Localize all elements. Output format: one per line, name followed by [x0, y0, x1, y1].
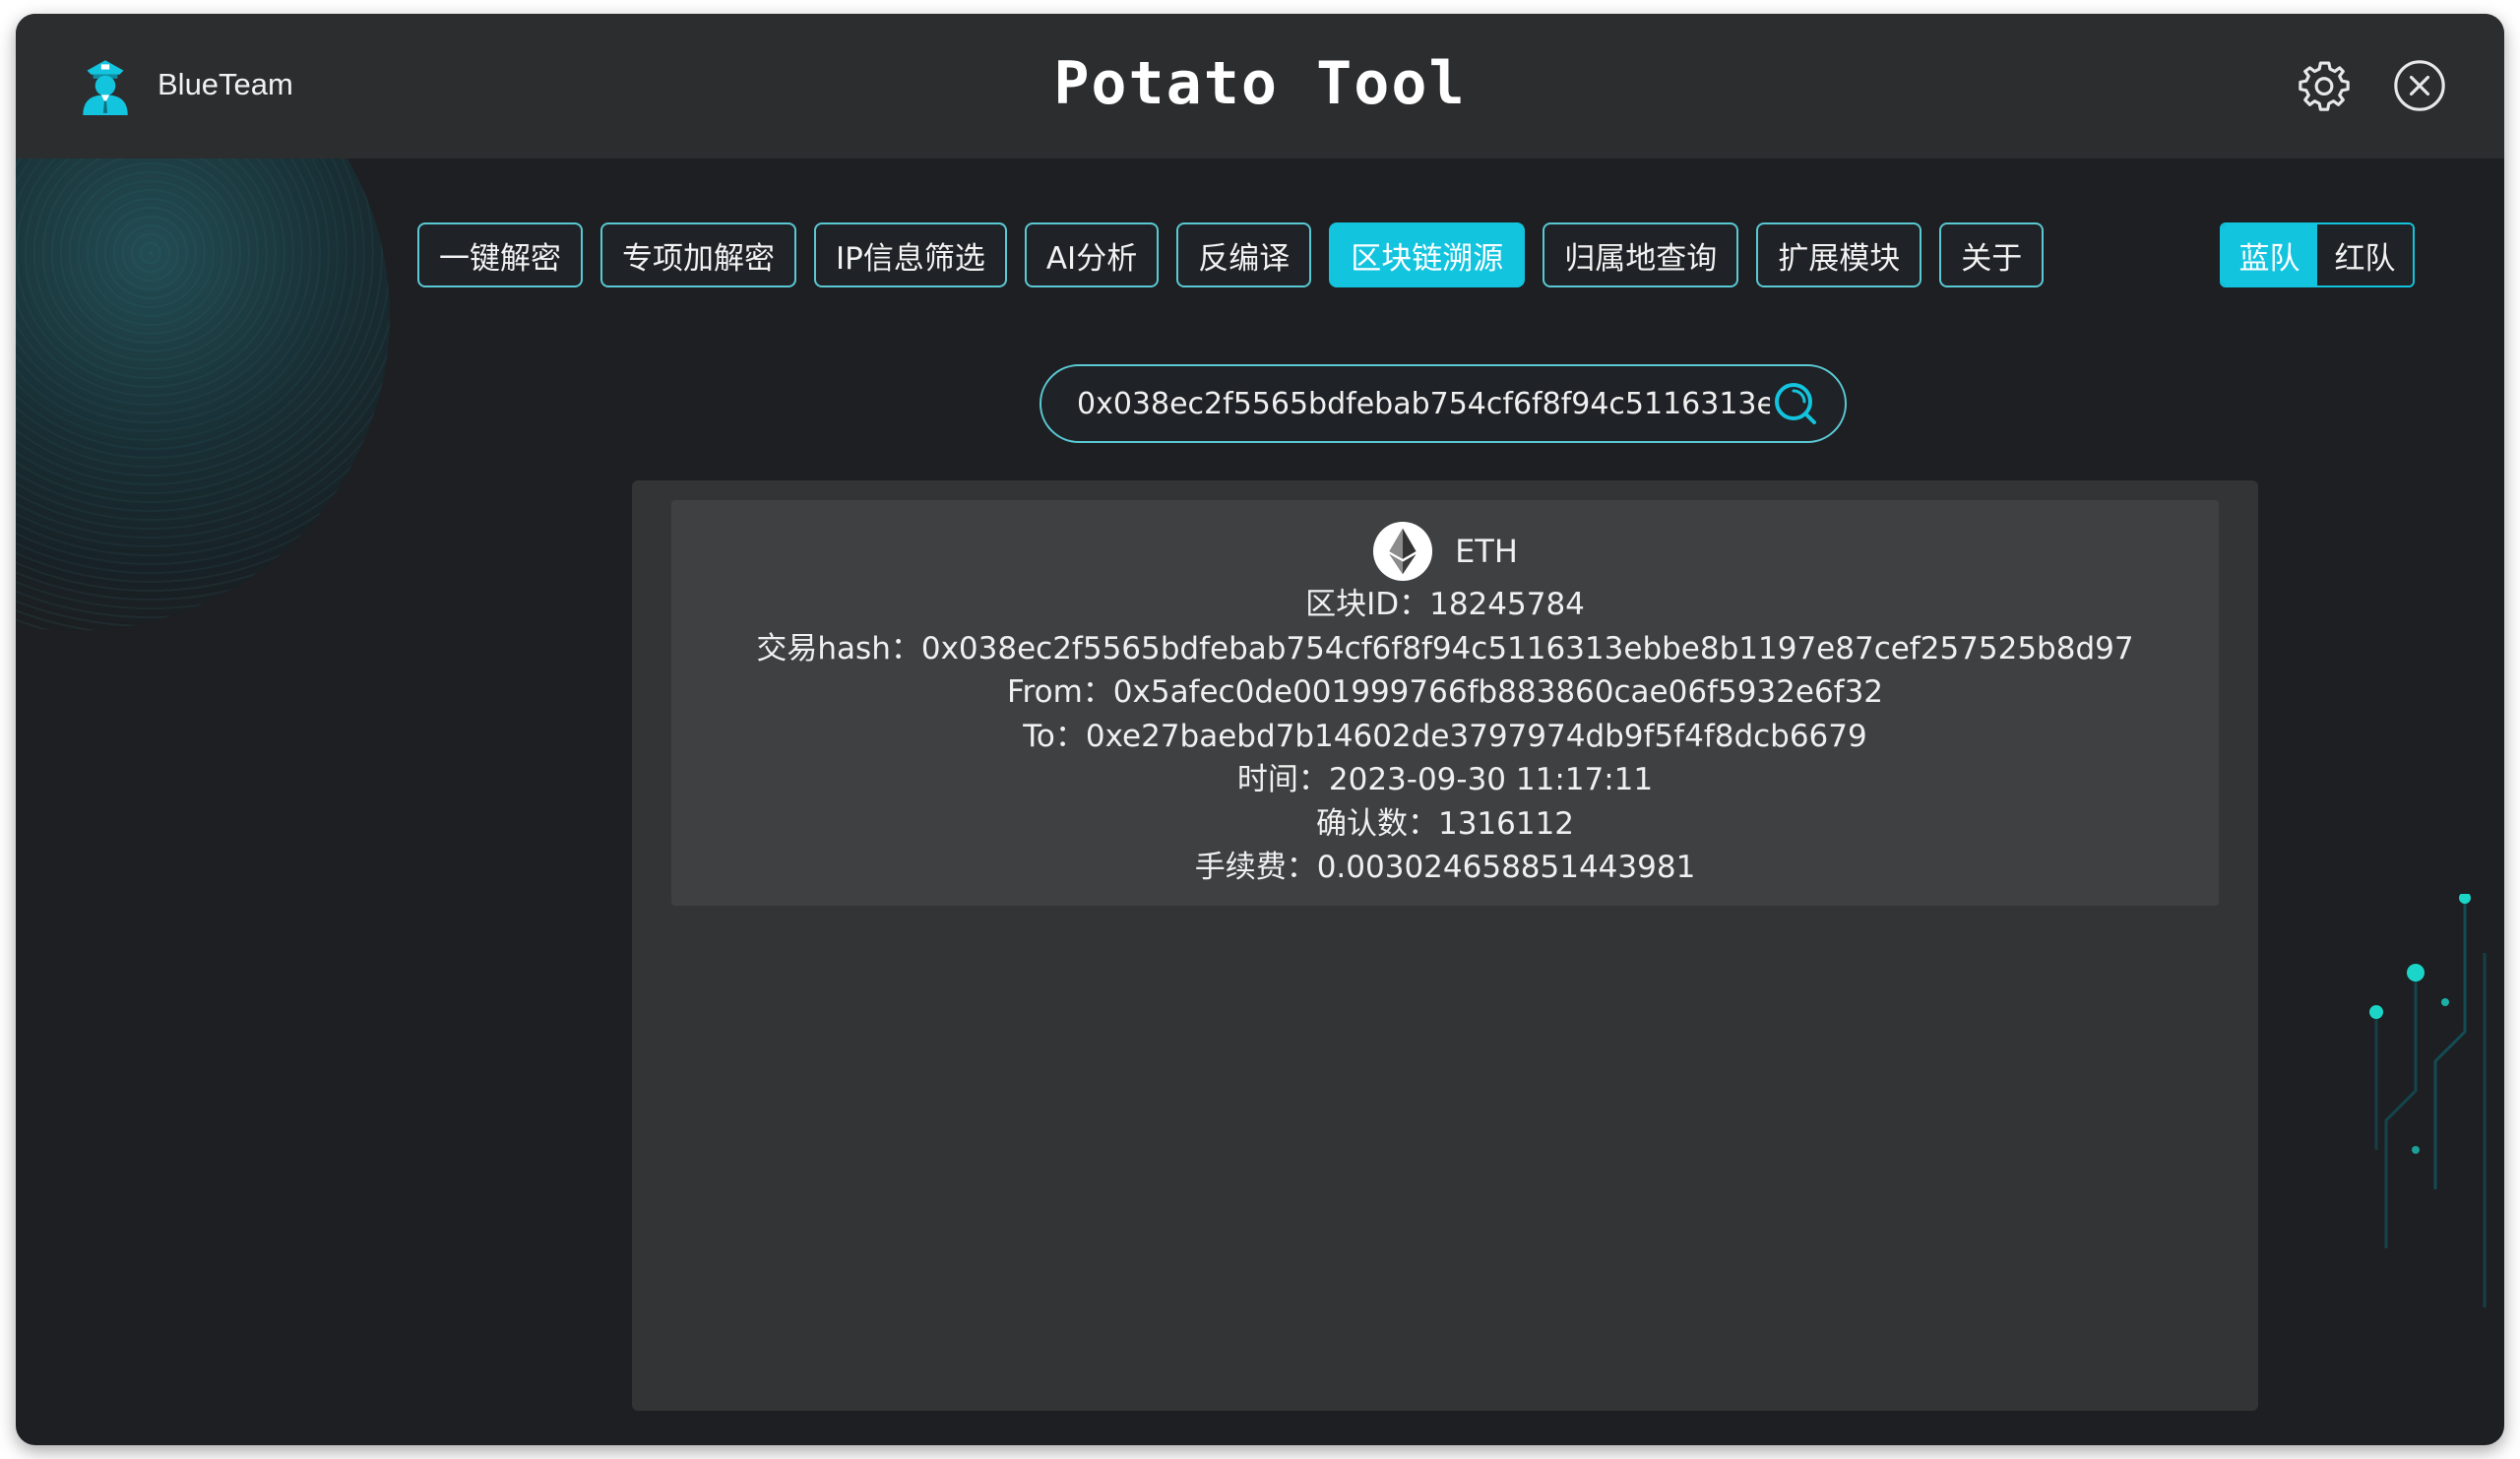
to-address: To：0xe27baebd7b14602de3797974db9f5f4f8dc…: [1023, 718, 1867, 754]
settings-gear-icon[interactable]: [2296, 57, 2353, 114]
search-icon[interactable]: [1772, 380, 1819, 427]
ethereum-icon: [1373, 521, 1433, 582]
tab-decompile[interactable]: 反编译: [1176, 222, 1312, 287]
transaction-card: ETH 区块ID：18245784 交易hash：0x038ec2f5565bd…: [671, 500, 2219, 906]
from-address: From：0x5afec0de001999766fb883860cae06f59…: [1006, 674, 1884, 710]
tab-ip-filter[interactable]: IP信息筛选: [814, 222, 1007, 287]
coin-header: ETH: [671, 520, 2219, 583]
result-panel: ETH 区块ID：18245784 交易hash：0x038ec2f5565bd…: [632, 480, 2258, 1411]
module-tabs: 一键解密 专项加解密 IP信息筛选 AI分析 反编译 区块链溯源 归属地查询 扩…: [417, 222, 2061, 291]
tx-hash: 交易hash：0x038ec2f5565bdfebab754cf6f8f94c5…: [756, 630, 2134, 666]
app-window: BlueTeam Potato Tool 一键解密 专项加解密 IP信息筛选 A…: [16, 14, 2504, 1445]
block-id: 区块ID：18245784: [1305, 587, 1585, 622]
app-title: Potato Tool: [1053, 49, 1467, 118]
tab-one-click-decrypt[interactable]: 一键解密: [417, 222, 583, 287]
tab-special-crypto[interactable]: 专项加解密: [600, 222, 796, 287]
globe-background: [16, 159, 390, 631]
tab-blockchain-trace[interactable]: 区块链溯源: [1329, 222, 1526, 287]
tab-extensions[interactable]: 扩展模块: [1756, 222, 1922, 287]
coin-name: ETH: [1455, 533, 1518, 570]
circuit-decoration: [2369, 894, 2487, 1307]
close-circle-icon[interactable]: [2391, 57, 2448, 114]
title-bar: BlueTeam Potato Tool: [16, 14, 2504, 159]
tab-ai-analysis[interactable]: AI分析: [1024, 222, 1160, 287]
red-team-option[interactable]: 红队: [2317, 224, 2413, 285]
confirmations: 确认数：1316112: [1315, 805, 1575, 842]
main-content: 一键解密 专项加解密 IP信息筛选 AI分析 反编译 区块链溯源 归属地查询 扩…: [16, 159, 2504, 1445]
search-box: [1040, 364, 1847, 443]
tx-hash-search-input[interactable]: [1075, 373, 1772, 434]
tx-fee: 手续费：0.003024658851443981: [1194, 850, 1696, 885]
tab-about[interactable]: 关于: [1939, 222, 2045, 287]
tx-time: 时间：2023-09-30 11:17:11: [1236, 762, 1654, 797]
team-toggle: 蓝队 红队: [2220, 222, 2415, 287]
tab-location-lookup[interactable]: 归属地查询: [1543, 222, 1739, 287]
blue-team-option[interactable]: 蓝队: [2222, 224, 2317, 285]
